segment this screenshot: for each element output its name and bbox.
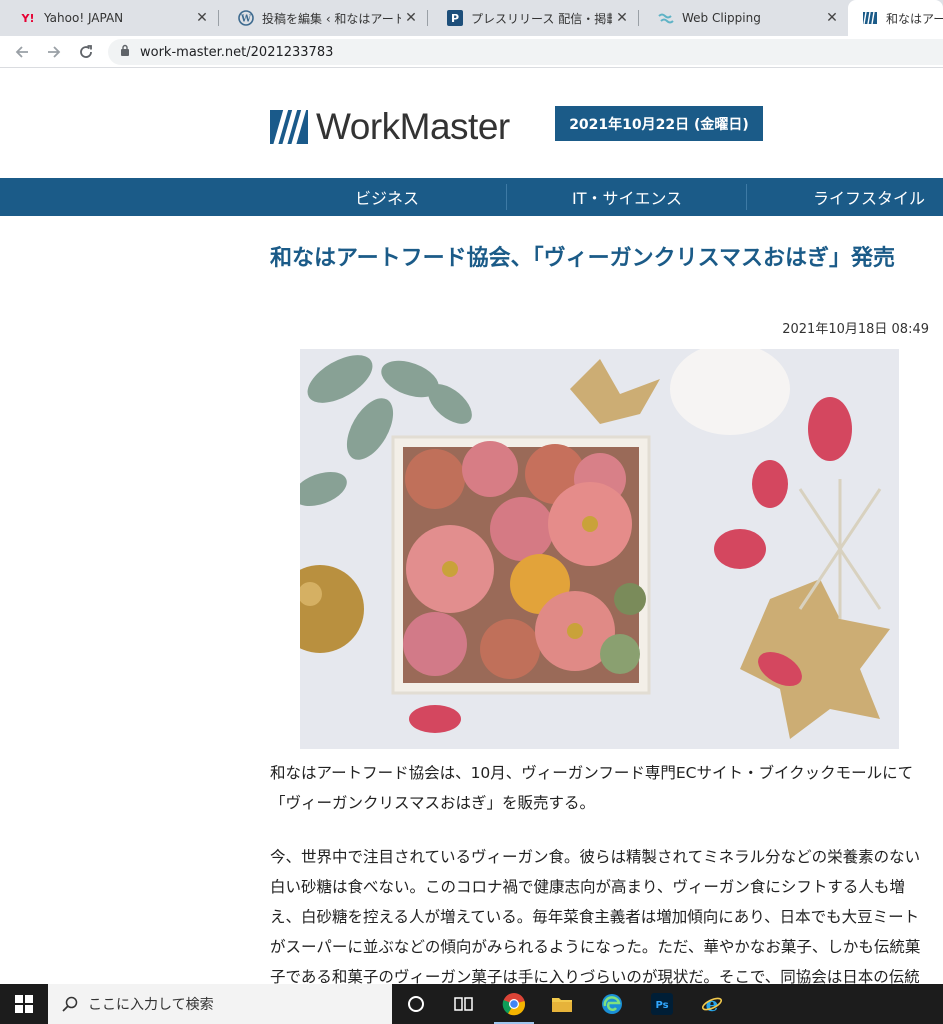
photoshop-taskbar-button[interactable]: Ps <box>638 984 686 1024</box>
address-bar[interactable]: work-master.net/2021233783 <box>108 39 943 65</box>
tab-title: 投稿を編集 ‹ 和なはアートフー <box>262 11 401 26</box>
site-logo[interactable]: WorkMaster <box>270 106 510 148</box>
article-paragraph: 和なはアートフード協会は、10月、ヴィーガンフード専門ECサイト・ブイクックモー… <box>270 764 914 812</box>
cortana-icon <box>408 996 424 1012</box>
browser-toolbar: work-master.net/2021233783 <box>0 36 943 68</box>
windows-taskbar: ここに入力して検索 Ps e <box>0 984 943 1024</box>
article-hero-image <box>300 349 899 749</box>
tab-title: Yahoo! JAPAN <box>44 11 124 25</box>
tab-web-clipping[interactable]: Web Clipping ✕ <box>638 0 848 36</box>
back-arrow-icon <box>15 46 28 58</box>
webclip-icon <box>658 10 674 26</box>
windows-logo-icon <box>15 995 33 1013</box>
task-view-button[interactable] <box>440 984 488 1024</box>
forward-arrow-icon <box>48 46 61 58</box>
nav-item-it-science[interactable]: IT・サイエンス <box>507 178 747 216</box>
publish-date: 2021年10月18日 08:49 <box>782 322 929 337</box>
workmaster-icon <box>862 10 878 26</box>
file-explorer-button[interactable] <box>538 984 586 1024</box>
search-placeholder: ここに入力して検索 <box>88 997 214 1013</box>
workmaster-logo-icon <box>270 110 308 144</box>
browser-tabstrip: Y! Yahoo! JAPAN ✕ W 投稿を編集 ‹ 和なはアートフー ✕ P… <box>0 0 943 36</box>
photoshop-icon: Ps <box>651 993 673 1015</box>
search-icon <box>62 996 78 1012</box>
tab-title: Web Clipping <box>682 11 761 25</box>
tab-press-release[interactable]: P プレスリリース 配信・掲載サービ ✕ <box>427 0 638 36</box>
ie-taskbar-button[interactable]: e <box>688 984 736 1024</box>
start-button[interactable] <box>0 984 48 1024</box>
wordpress-icon: W <box>238 10 254 26</box>
tab-workmaster[interactable]: 和なはアートフ <box>848 0 943 36</box>
internet-explorer-icon: e <box>701 993 723 1015</box>
logo-text: WorkMaster <box>316 106 510 147</box>
taskbar-search[interactable]: ここに入力して検索 <box>48 984 392 1024</box>
lock-icon <box>120 44 130 60</box>
tab-yahoo[interactable]: Y! Yahoo! JAPAN ✕ <box>0 0 218 36</box>
forward-button[interactable] <box>42 40 66 64</box>
tab-wordpress[interactable]: W 投稿を編集 ‹ 和なはアートフー ✕ <box>218 0 427 36</box>
reload-button[interactable] <box>74 40 98 64</box>
main-nav: ビジネス IT・サイエンス ライフスタイル <box>0 178 943 216</box>
article-title: 和なはアートフード協会、「ヴィーガンクリスマスおはぎ」発売 <box>270 246 896 271</box>
site-header: WorkMaster 2021年10月22日 (金曜日) <box>0 68 943 178</box>
pr-icon: P <box>447 10 463 26</box>
svg-text:Ps: Ps <box>655 1000 668 1011</box>
svg-text:e: e <box>706 993 719 1015</box>
edge-taskbar-button[interactable] <box>588 984 636 1024</box>
close-icon[interactable]: ✕ <box>192 10 212 26</box>
tab-title: プレスリリース 配信・掲載サービ <box>471 11 612 26</box>
chrome-icon <box>502 993 526 1016</box>
nav-item-business[interactable]: ビジネス <box>267 178 507 216</box>
edge-icon <box>602 994 622 1014</box>
back-button[interactable] <box>10 40 34 64</box>
folder-icon <box>552 998 572 1012</box>
date-badge: 2021年10月22日 (金曜日) <box>555 106 763 141</box>
chrome-taskbar-button[interactable] <box>490 984 538 1024</box>
tab-title: 和なはアートフ <box>886 11 943 26</box>
yahoo-icon: Y! <box>21 11 35 25</box>
svg-text:W: W <box>240 15 252 25</box>
close-icon[interactable]: ✕ <box>401 10 421 26</box>
task-view-icon <box>454 997 473 1011</box>
close-icon[interactable]: ✕ <box>822 10 842 26</box>
reload-icon <box>80 45 92 58</box>
close-icon[interactable]: ✕ <box>612 10 632 26</box>
url-text: work-master.net/2021233783 <box>140 44 334 60</box>
cortana-button[interactable] <box>392 984 440 1024</box>
nav-item-lifestyle[interactable]: ライフスタイル <box>747 178 943 216</box>
